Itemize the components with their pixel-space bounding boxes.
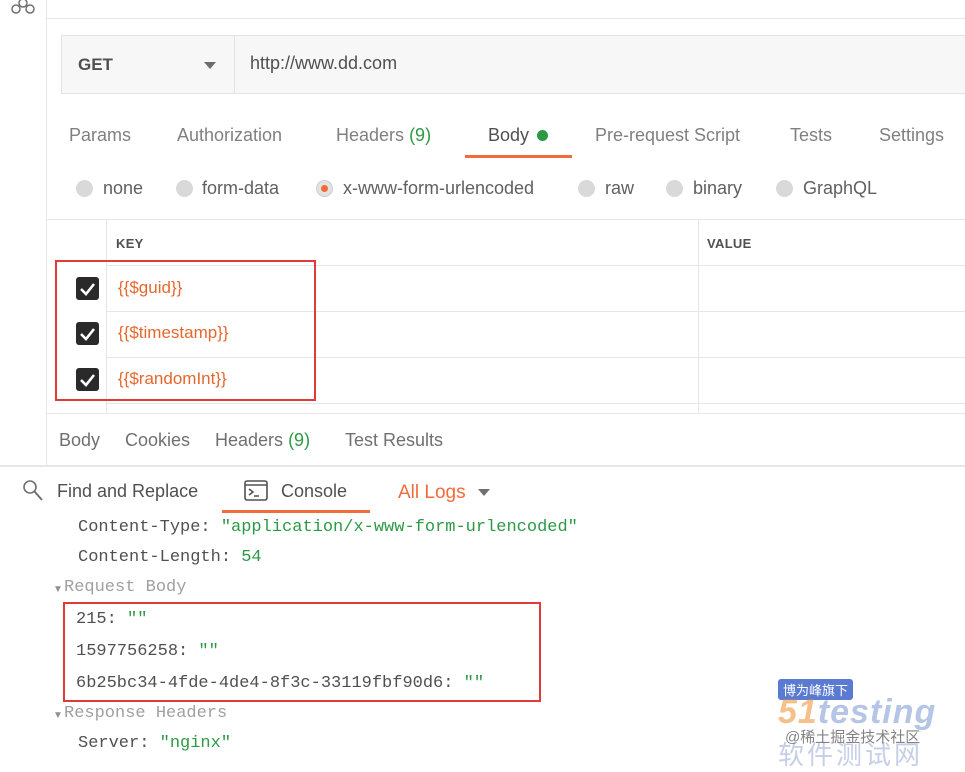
expand-triangle-icon[interactable]: ▼ (53, 710, 63, 721)
workspace-icon[interactable] (11, 0, 35, 14)
tab-settings[interactable]: Settings (879, 125, 944, 146)
log-filter-dropdown[interactable]: All Logs (398, 482, 466, 504)
radio-raw[interactable] (578, 180, 595, 197)
watermark-credit: @稀土掘金技术社区 (785, 729, 921, 746)
radio-label-graphql[interactable]: GraphQL (803, 178, 877, 199)
tab-tests[interactable]: Tests (790, 125, 832, 146)
tab-authorization[interactable]: Authorization (177, 125, 282, 146)
radio-graphql[interactable] (776, 180, 793, 197)
section-response-headers[interactable]: Response Headers (64, 704, 227, 723)
tab-label: Headers (215, 430, 284, 450)
column-header-key: KEY (116, 236, 144, 251)
console-icon (244, 480, 268, 501)
log-value: "application/x-www-form-urlencoded" (220, 518, 578, 537)
chevron-down-icon[interactable] (204, 62, 216, 69)
radio-binary[interactable] (666, 180, 683, 197)
highlight-box (63, 602, 541, 702)
console-line: Server: "nginx" (78, 734, 231, 753)
radio-form-data[interactable] (176, 180, 193, 197)
sidebar (0, 0, 47, 466)
response-tab-test-results[interactable]: Test Results (345, 430, 443, 451)
tab-pre-request-script[interactable]: Pre-request Script (595, 125, 740, 146)
section-request-body[interactable]: Request Body (64, 578, 186, 597)
find-replace-button[interactable]: Find and Replace (57, 481, 198, 502)
radio-urlencoded[interactable] (316, 180, 333, 197)
tab-count: (9) (288, 430, 311, 450)
active-tab-indicator (222, 510, 370, 513)
log-key: Content-Type: (78, 518, 211, 537)
method-label[interactable]: GET (78, 55, 113, 75)
row-divider (106, 403, 965, 404)
expand-triangle-icon[interactable]: ▼ (53, 584, 63, 595)
console-line: Content-Length: 54 (78, 548, 262, 567)
radio-label-binary[interactable]: binary (693, 178, 742, 199)
tab-headers[interactable]: Headers (9) (336, 125, 431, 146)
column-header-value: VALUE (707, 236, 752, 251)
table-border (46, 219, 965, 220)
divider (46, 18, 965, 19)
log-value: "nginx" (159, 734, 232, 753)
console-tab[interactable]: Console (281, 481, 347, 502)
tab-params[interactable]: Params (69, 125, 131, 146)
chevron-down-icon[interactable] (478, 489, 490, 496)
console-line: Content-Type: "application/x-www-form-ur… (78, 518, 578, 537)
radio-label-none[interactable]: none (103, 178, 143, 199)
divider (0, 465, 965, 467)
log-value: 54 (241, 548, 262, 567)
log-key: Content-Length: (78, 548, 232, 567)
tab-count: (9) (409, 125, 432, 145)
active-tab-indicator (465, 155, 572, 158)
tab-body[interactable]: Body (488, 125, 529, 146)
highlight-box (55, 260, 316, 401)
status-dot (537, 130, 548, 141)
log-key: Server: (78, 734, 150, 753)
radio-none[interactable] (76, 180, 93, 197)
radio-label-raw[interactable]: raw (605, 178, 634, 199)
radio-label-urlencoded[interactable]: x-www-form-urlencoded (343, 178, 534, 199)
search-icon[interactable] (22, 479, 44, 503)
response-tab-headers[interactable]: Headers (9) (215, 430, 310, 451)
column-divider (698, 220, 699, 414)
url-input[interactable]: http://www.dd.com (250, 53, 397, 74)
response-tab-body[interactable]: Body (59, 430, 100, 451)
divider (46, 413, 965, 414)
response-tab-cookies[interactable]: Cookies (125, 430, 190, 451)
tab-label: Headers (336, 125, 405, 145)
radio-label-form-data[interactable]: form-data (202, 178, 279, 199)
